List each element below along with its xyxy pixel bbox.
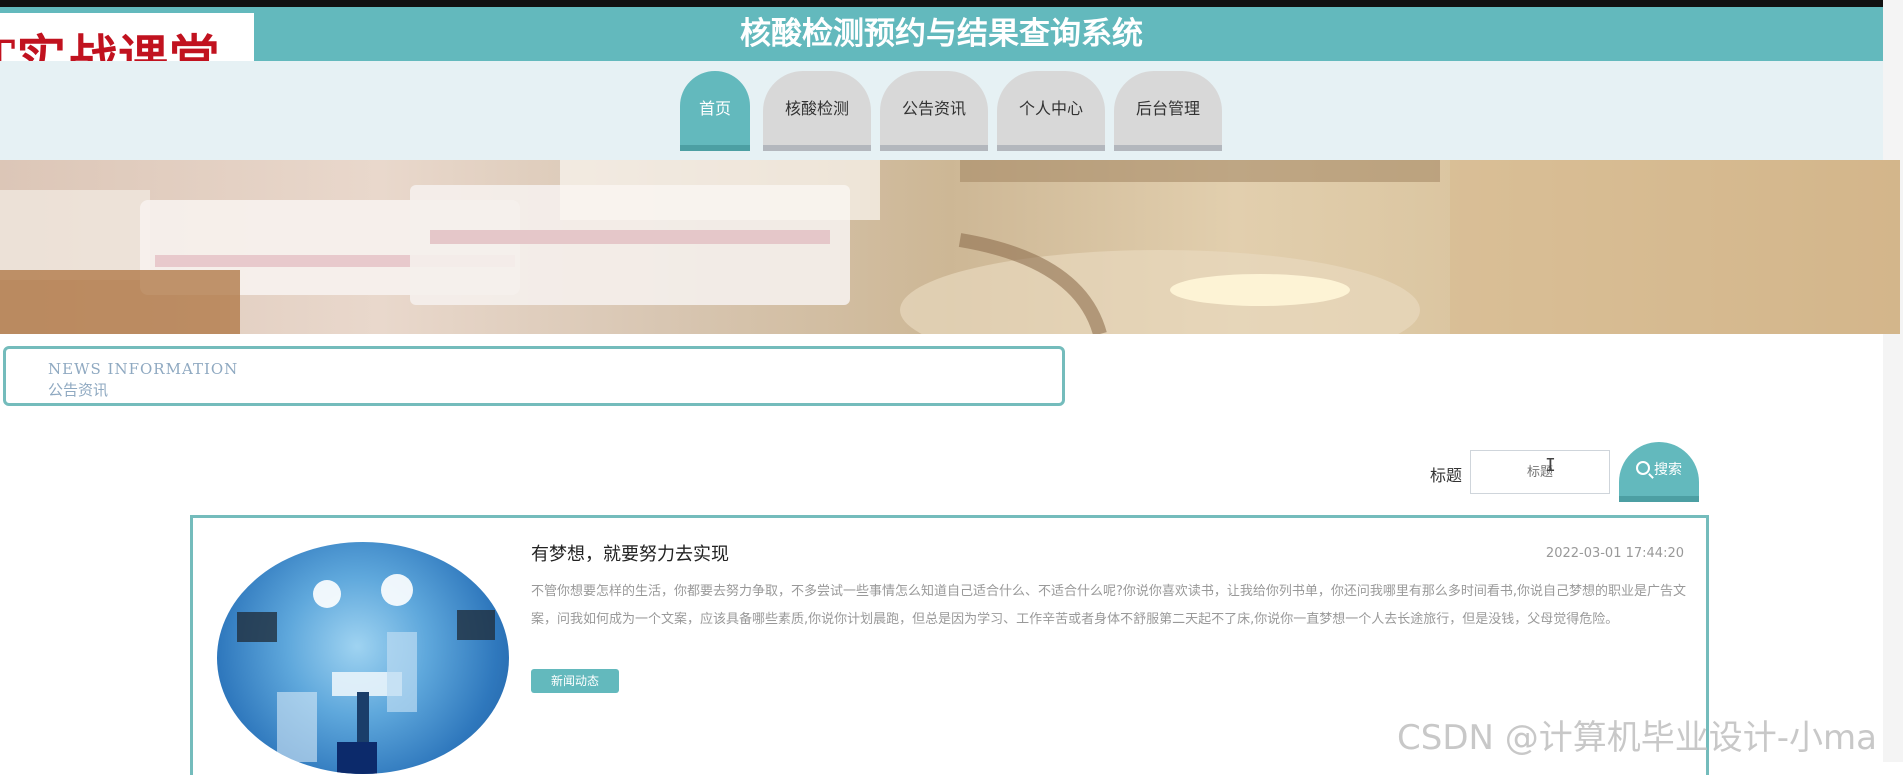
article-summary: 不管你想要怎样的生活，你都要去努力争取，不多尝试一些事情怎么知道自己适合什么、不… (531, 584, 1687, 627)
window-top-edge (0, 0, 1903, 7)
text-cursor-icon: I (1545, 455, 1556, 476)
search-button[interactable]: 搜索 (1619, 442, 1699, 502)
operating-room-illustration (237, 574, 495, 774)
nav-item-admin[interactable]: 后台管理 (1114, 71, 1222, 151)
section-header: NEWS INFORMATION 公告资讯 (3, 346, 1065, 406)
nav-item-announcements[interactable]: 公告资讯 (880, 71, 988, 151)
search-input[interactable] (1470, 450, 1610, 494)
watermark: CSDN @计算机毕业设计-小ma (1397, 718, 1877, 758)
section-title-cn: 公告资讯 (48, 381, 109, 399)
article-thumbnail[interactable] (217, 542, 509, 774)
banner-illustration (0, 160, 1900, 334)
search-button-label: 搜索 (1654, 462, 1682, 478)
nav-item-nucleic-test[interactable]: 核酸检测 (763, 71, 871, 151)
section-title-en: NEWS INFORMATION (48, 360, 239, 378)
article-category-badge[interactable]: 新闻动态 (531, 669, 619, 693)
search-icon (1636, 461, 1650, 475)
site-title: 核酸检测预约与结果查询系统 (740, 16, 1143, 52)
article-date: 2022-03-01 17:44:20 (1545, 546, 1684, 561)
nav-item-home[interactable]: 首页 (680, 71, 750, 151)
article-title[interactable]: 有梦想，就要努力去实现 (531, 540, 729, 566)
right-edge-strip (1883, 0, 1903, 762)
search-label: 标题 (1430, 466, 1463, 485)
banner-image (0, 160, 1900, 334)
nav-item-personal-center[interactable]: 个人中心 (997, 71, 1105, 151)
